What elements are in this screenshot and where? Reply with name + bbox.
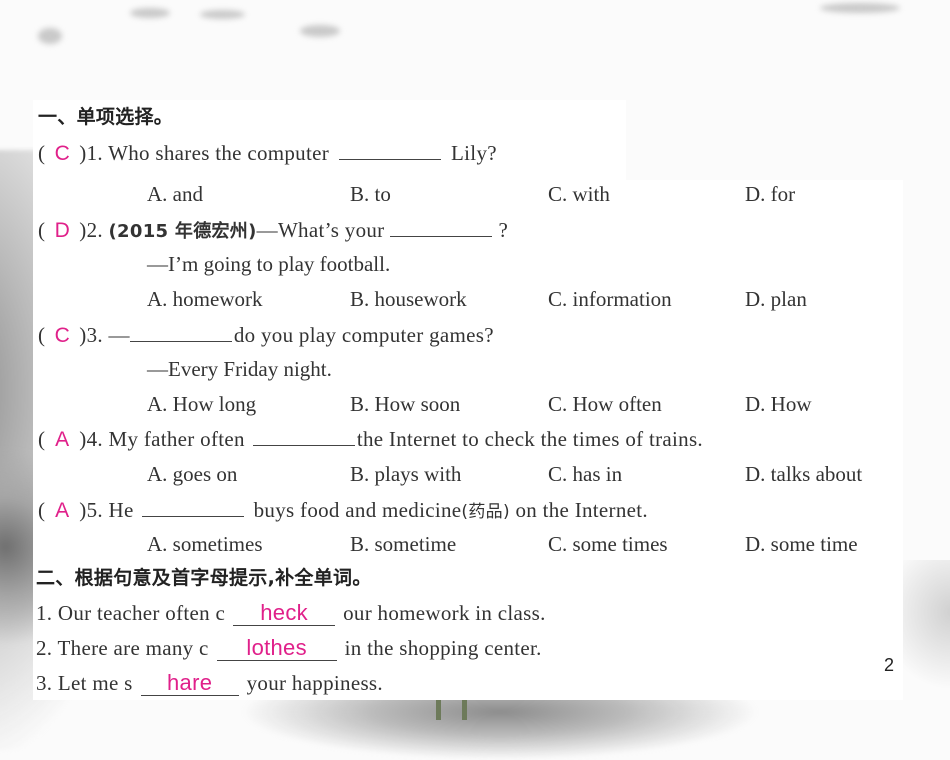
option-b: B. plays with <box>350 462 462 486</box>
fill-item-text: 3. Let me s <box>36 671 133 695</box>
question-stem-end: buys food and medicine <box>253 498 462 522</box>
fill-answer: lothes <box>216 636 337 661</box>
question-4: ( A )4. My father often the Internet to che… <box>38 425 703 453</box>
fill-item-text-end: in the shopping center. <box>344 636 542 660</box>
fill-answer: heck <box>233 601 336 626</box>
question-3: ( C )3. — do you play computer games? <box>38 321 494 349</box>
option-a: A. goes on <box>147 462 238 486</box>
option-a: A. sometimes <box>147 532 263 556</box>
answer-paren-open: ( <box>38 498 46 522</box>
fill-item-3: 3. Let me s hare your happiness. <box>36 670 383 696</box>
answer-paren-open: ( <box>38 323 46 347</box>
fill-item-1: 1. Our teacher often c heck our homework i… <box>36 600 546 626</box>
fill-item-text: 1. Our teacher often c <box>36 601 226 625</box>
answer-blank[interactable] <box>252 425 355 446</box>
question-2: ( D )2. (2015 年德宏州)—What’s your? <box>38 216 508 245</box>
option-c: C. information <box>548 287 672 311</box>
answer-choice-4: A <box>55 428 70 451</box>
question-stem: Who shares the computer <box>108 141 330 165</box>
option-a: A. homework <box>147 287 263 311</box>
answer-paren-open: ( <box>38 427 46 451</box>
option-c: C. with <box>548 182 610 206</box>
answer-blank[interactable] <box>141 496 244 517</box>
fill-item-text: 2. There are many c <box>36 636 209 660</box>
answer-choice-1: C <box>54 142 71 165</box>
question-stem: —What’s your <box>256 218 385 242</box>
question-stem-end: do you play computer games? <box>233 323 494 347</box>
question-number: )4. <box>79 427 103 451</box>
option-b: B. How soon <box>350 392 461 416</box>
question-stem-end-2: on the Internet. <box>509 498 648 522</box>
worksheet: 一、单项选择。 ( C )1. Who shares the computer Lil… <box>36 0 908 713</box>
question-stem-end: the Internet to check the times of train… <box>356 427 703 451</box>
question-reply: —I’m going to play football. <box>147 252 391 276</box>
option-b: B. to <box>350 182 391 206</box>
option-d: D. How <box>745 392 812 416</box>
option-d: D. for <box>745 182 796 206</box>
answer-paren-open: ( <box>38 218 46 242</box>
option-b: B. sometime <box>350 532 457 556</box>
fill-item-2: 2. There are many c lothes in the shopping… <box>36 635 542 661</box>
answer-paren-open: ( <box>38 141 46 165</box>
option-a: A. and <box>147 182 203 206</box>
answer-blank[interactable] <box>390 216 493 237</box>
answer-blank[interactable] <box>339 139 442 160</box>
option-c: C. has in <box>548 462 623 486</box>
question-5: ( A )5. He buys food and medicine(药品) on th… <box>38 496 648 525</box>
option-b: B. housework <box>350 287 467 311</box>
fill-answer: hare <box>140 671 239 696</box>
option-c: C. How often <box>548 392 662 416</box>
question-number: )2. <box>79 218 103 242</box>
question-stem-end: ? <box>498 218 509 242</box>
question-number: )1. <box>79 141 103 165</box>
question-1: ( C )1. Who shares the computer Lily? <box>38 139 497 167</box>
option-a: A. How long <box>147 392 257 416</box>
section2-heading: 二、根据句意及首字母提示,补全单词。 <box>36 567 372 589</box>
answer-choice-5: A <box>55 499 70 522</box>
question-source: (2015 年德宏州) <box>108 221 257 242</box>
answer-choice-2: D <box>54 219 71 242</box>
option-c: C. some times <box>548 532 668 556</box>
question-number: )5. <box>79 498 103 522</box>
section1-heading: 一、单项选择。 <box>38 106 174 128</box>
option-d: D. talks about <box>745 462 863 486</box>
page-number: 2 <box>884 655 895 675</box>
option-d: D. some time <box>745 532 858 556</box>
question-reply: —Every Friday night. <box>147 357 332 381</box>
question-stem: — <box>108 323 130 347</box>
question-number: )3. <box>79 323 103 347</box>
answer-blank[interactable] <box>129 321 232 342</box>
chinese-gloss: (药品) <box>461 502 510 522</box>
question-stem-end: Lily? <box>451 141 497 165</box>
question-stem: My father often <box>108 427 245 451</box>
option-d: D. plan <box>745 287 807 311</box>
question-stem: He <box>108 498 134 522</box>
fill-item-text-end: our homework in class. <box>343 601 546 625</box>
fill-item-text-end: your happiness. <box>246 671 383 695</box>
answer-choice-3: C <box>54 324 71 347</box>
